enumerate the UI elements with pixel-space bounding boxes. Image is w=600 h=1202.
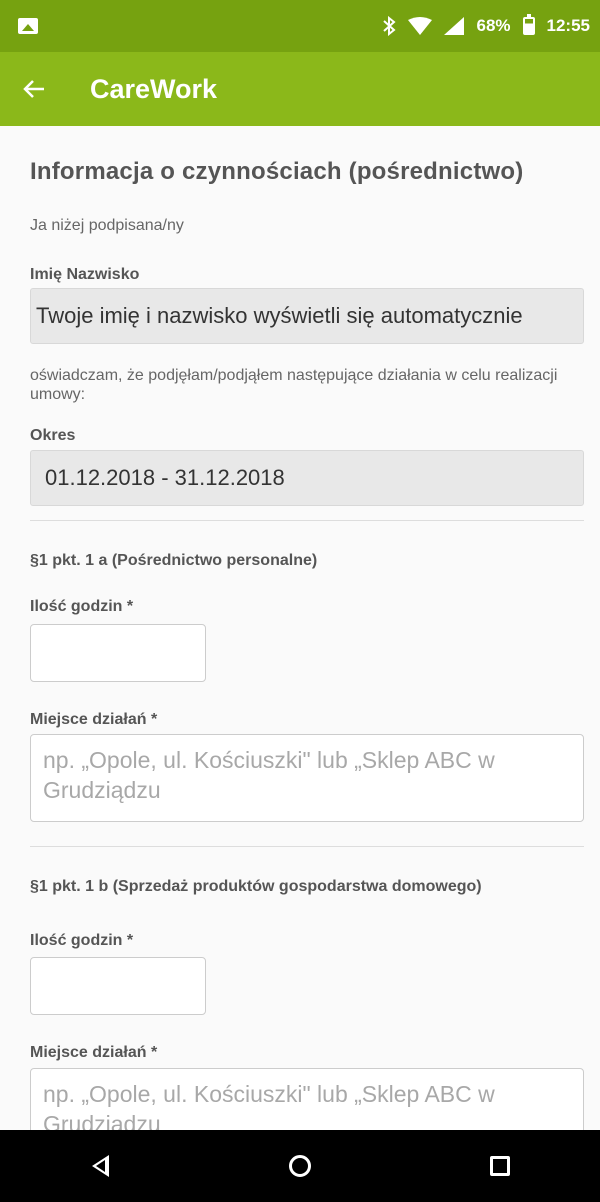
section-title: §1 pkt. 1 b (Sprzedaż produktów gospodar… [30, 878, 482, 895]
nav-back-icon [91, 1155, 109, 1177]
navigation-bar [0, 1130, 600, 1202]
hours-label: Ilość godzin * [30, 932, 134, 949]
image-icon [18, 18, 38, 34]
nav-back-button[interactable] [60, 1130, 140, 1202]
status-bar-left [18, 18, 38, 34]
hours-label: Ilość godzin * [30, 598, 134, 615]
app-title: CareWork [90, 73, 218, 104]
period-field: 01.12.2018 - 31.12.2018 [30, 450, 584, 506]
place-label: Miejsce działań * [30, 711, 158, 728]
hours-input[interactable] [30, 957, 206, 1015]
signal-icon [444, 17, 465, 35]
status-bar: 68% 12:55 [0, 0, 600, 52]
app-bar: CareWork [0, 52, 600, 126]
battery-percent: 68% [476, 16, 511, 35]
clock: 12:55 [546, 16, 590, 35]
battery-icon [522, 14, 535, 35]
place-label: Miejsce działań * [30, 1044, 158, 1061]
intro-text: Ja niżej podpisana/ny [30, 217, 184, 234]
place-input[interactable]: np. „Opole, ul. Kościuszki" lub „Sklep A… [30, 734, 584, 822]
statement-text: oświadczam, że podjęłam/podjąłem następu… [30, 367, 558, 403]
form-content[interactable]: Informacja o czynnościach (pośrednictwo)… [0, 126, 600, 1156]
page-title: Informacja o czynnościach (pośrednictwo) [30, 158, 524, 185]
name-label: Imię Nazwisko [30, 266, 140, 283]
status-bar-right: 68% 12:55 [382, 14, 590, 36]
back-button[interactable] [0, 52, 68, 126]
period-label: Okres [30, 427, 76, 444]
nav-recents-button[interactable] [460, 1130, 540, 1202]
wifi-icon [408, 17, 433, 35]
screen: 68% 12:55 CareWork Informacja o czynnośc… [0, 0, 600, 1202]
nav-home-icon [289, 1155, 311, 1177]
nav-home-button[interactable] [260, 1130, 340, 1202]
name-field: Twoje imię i nazwisko wyświetli się auto… [30, 288, 584, 344]
bluetooth-icon [382, 16, 397, 36]
nav-recents-icon [490, 1156, 510, 1176]
hours-input[interactable] [30, 624, 206, 682]
section-title: §1 pkt. 1 a (Pośrednictwo personalne) [30, 552, 318, 569]
divider [30, 846, 584, 847]
arrow-left-icon [23, 80, 44, 98]
divider [30, 520, 584, 521]
